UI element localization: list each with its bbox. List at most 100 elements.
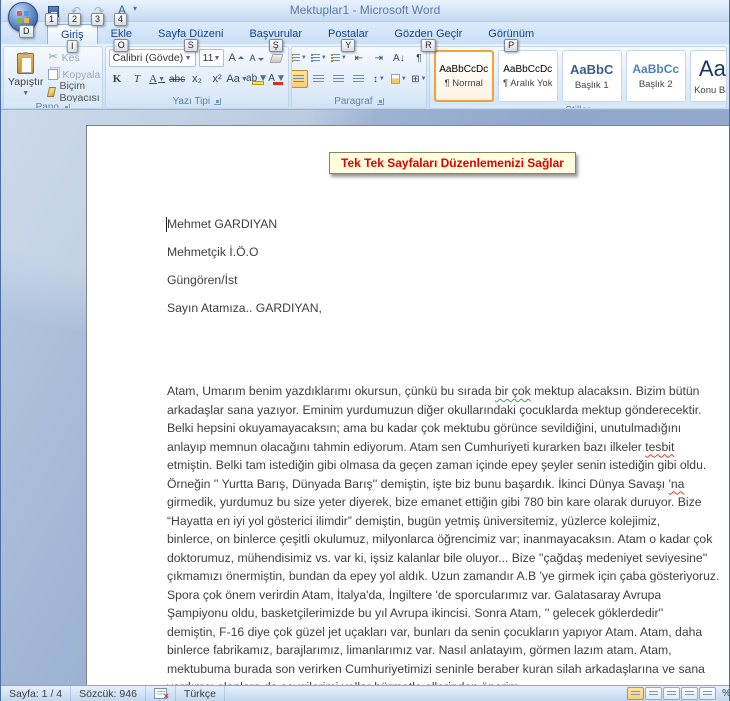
body-line: “Hayatta en iyi yol gösterici ilimdir” d…	[167, 514, 729, 533]
font-dialog-launcher-icon[interactable]	[214, 98, 221, 105]
letter-body: Atam, Umarım benim yazdıklarımı okursun,…	[167, 384, 729, 685]
outline-view-button[interactable]	[681, 687, 698, 700]
print-layout-view-button[interactable]	[627, 687, 644, 700]
justify-button[interactable]	[350, 70, 368, 88]
change-case-button[interactable]: Aa▼	[229, 70, 246, 88]
tab-g-zden-ge-ir[interactable]: Gözden GeçirR	[381, 24, 475, 44]
undo-button[interactable]: ↶2	[66, 2, 86, 21]
scissors-icon: ✂	[48, 52, 57, 63]
grow-font-button[interactable]: A	[227, 49, 245, 67]
paste-label: Yapıştır	[8, 76, 43, 88]
word-count-indicator[interactable]: Sözcük: 946	[71, 686, 146, 701]
style-preview: AaBbC	[570, 62, 613, 77]
paste-button[interactable]: Yapıştır ▼	[7, 49, 44, 100]
line-spacing-button-dropdown-icon: ▼	[379, 76, 385, 82]
style-name: Başlık 1	[575, 80, 609, 91]
shading-button[interactable]: ▼	[390, 70, 408, 88]
align-right-button[interactable]	[330, 70, 348, 88]
style-h1[interactable]: AaBbC Başlık 1	[562, 50, 622, 102]
body-line: Şampiyonu oldu, basketçilerimizde bu yıl…	[167, 606, 729, 625]
redo-button[interactable]: ↷3	[89, 2, 109, 21]
style-preview: AaBbCcDc	[439, 64, 488, 75]
word-window: D 1↶2↷3A4 ▾ Mektuplar1 - Microsoft Word …	[0, 0, 730, 701]
style-nospace[interactable]: AaBbCcDc¶ Aralık Yok	[498, 50, 558, 102]
multilevel-icon	[331, 54, 340, 63]
paragraph-group-label: Paragraf	[334, 96, 372, 107]
linespacing-icon: ↕	[373, 74, 378, 85]
clipboard-dialog-launcher-icon[interactable]	[63, 104, 70, 109]
align-left-button[interactable]	[291, 70, 308, 88]
indent-icon: ⇥	[375, 53, 383, 64]
save-button[interactable]: 1	[43, 2, 63, 21]
font-size-select[interactable]: 11 ▼	[199, 49, 225, 67]
align-center-button[interactable]	[310, 70, 328, 88]
font-color-button[interactable]: A▼	[269, 70, 286, 88]
body-line: anlayıp memnun olacağını tahmin ediyorum…	[167, 440, 729, 459]
tab-postalar[interactable]: PostalarY	[315, 24, 381, 44]
body-line: demiştin, F-16 diye çok güzel jet uçakla…	[167, 625, 729, 644]
style-normal[interactable]: AaBbCcDc¶ Normal	[434, 50, 494, 102]
shading-button-dropdown-icon: ▼	[401, 76, 407, 82]
page-number-indicator[interactable]: Sayfa: 1 / 4	[1, 686, 71, 701]
bullets-button-dropdown-icon: ▼	[301, 55, 307, 61]
tab-ekle[interactable]: EkleO	[98, 24, 145, 44]
tab-g-r-n-m[interactable]: GörünümP	[475, 24, 547, 44]
office-logo-icon	[17, 11, 29, 23]
qat-customize-button[interactable]: ▾	[133, 4, 137, 13]
proofing-status-button[interactable]: ×	[146, 686, 176, 701]
paragraph-dialog-launcher-icon[interactable]	[377, 98, 384, 105]
increase-indent-button[interactable]: ⇥	[370, 49, 388, 67]
font-group: Calibri (Gövde) ▼ 11 ▼ A A K T A▼ abc	[105, 46, 289, 109]
shrink-font-button[interactable]: A	[248, 49, 265, 67]
style-titlestyle[interactable]: AaBKonu Başl...	[690, 50, 727, 102]
tab-keytip: Ş	[269, 39, 283, 52]
paste-dropdown-icon[interactable]: ▼	[22, 90, 29, 97]
sort-button[interactable]: A↓	[390, 49, 408, 67]
change-case-icon: Aa	[226, 73, 239, 85]
body-line: etmiştin. Belki tam istediğin gibi olmas…	[167, 458, 729, 477]
font-name-dropdown-icon: ▼	[185, 55, 192, 62]
tab-ba-vurular[interactable]: BaşvurularŞ	[236, 24, 315, 44]
header-line: Mehmetçik İ.Ö.O	[167, 245, 322, 273]
style-h2[interactable]: AaBbCcBaşlık 2	[626, 50, 686, 102]
redo-button-keytip: 3	[91, 13, 104, 26]
underline-button[interactable]: A▼	[149, 70, 166, 88]
align-icon	[333, 75, 344, 84]
tab-keytip: P	[504, 39, 518, 52]
language-indicator[interactable]: Türkçe	[176, 686, 225, 701]
clipboard-group: Yapıştır ▼ ✂ Kes Kopyala Biçim Boyacısı	[3, 46, 103, 109]
office-button[interactable]: D	[8, 2, 38, 32]
draft-view-button[interactable]	[699, 687, 716, 700]
strikethrough-button[interactable]: abc	[169, 70, 186, 88]
font-style-tool-button[interactable]: A4	[112, 2, 132, 21]
subscript-icon: x₂	[192, 73, 202, 85]
tab-giri-[interactable]: GirişI	[47, 24, 98, 44]
shading-icon	[391, 74, 400, 84]
document-area: Tek Tek Sayfaları Düzenlemenizi Sağlar M…	[1, 110, 729, 685]
format-painter-button[interactable]: Biçim Boyacısı	[46, 83, 102, 100]
font-style-tool-button-keytip: 4	[114, 13, 127, 26]
tab-sayfa-d-zeni[interactable]: Sayfa DüzeniS	[145, 24, 236, 44]
zoom-level-fragment[interactable]: %	[718, 688, 730, 699]
bold-button[interactable]: K	[109, 70, 126, 88]
superscript-button[interactable]: x²	[209, 70, 226, 88]
status-bar: Sayfa: 1 / 4 Sözcük: 946 × Türkçe %	[1, 685, 730, 701]
styles-gallery: AaBbCcDc¶ NormalAaBbCcDc¶ Aralık YokAaBb…	[433, 49, 727, 103]
numbering-button[interactable]: ▼	[310, 49, 328, 67]
body-line: arkadaşlar sana yazıyor. Eminim yurdumuz…	[167, 403, 729, 422]
body-line: mektubuma burada son verirken Cumhuriyet…	[167, 662, 729, 681]
subscript-button[interactable]: x₂	[189, 70, 206, 88]
line-spacing-button[interactable]: ↕▼	[370, 70, 388, 88]
document-page[interactable]: Tek Tek Sayfaları Düzenlemenizi Sağlar M…	[86, 125, 729, 685]
italic-icon: T	[134, 73, 140, 85]
format-painter-label: Biçim Boyacısı	[59, 80, 102, 104]
text-highlight-button[interactable]: ab▼	[249, 70, 266, 88]
italic-button[interactable]: T	[129, 70, 146, 88]
borders-button[interactable]: ⊞▼	[410, 70, 427, 88]
body-line: Spora çok önem verirdin Atam, İtalya'da,…	[167, 588, 729, 607]
fullscreen-reading-view-button[interactable]	[645, 687, 662, 700]
quick-access-toolbar: 1↶2↷3A4	[43, 1, 132, 21]
web-layout-view-button[interactable]	[663, 687, 680, 700]
bullets-button[interactable]: ▼	[291, 49, 308, 67]
body-line: Örneğin '' Yurtta Barış, Dünyada Barış''…	[167, 477, 729, 496]
